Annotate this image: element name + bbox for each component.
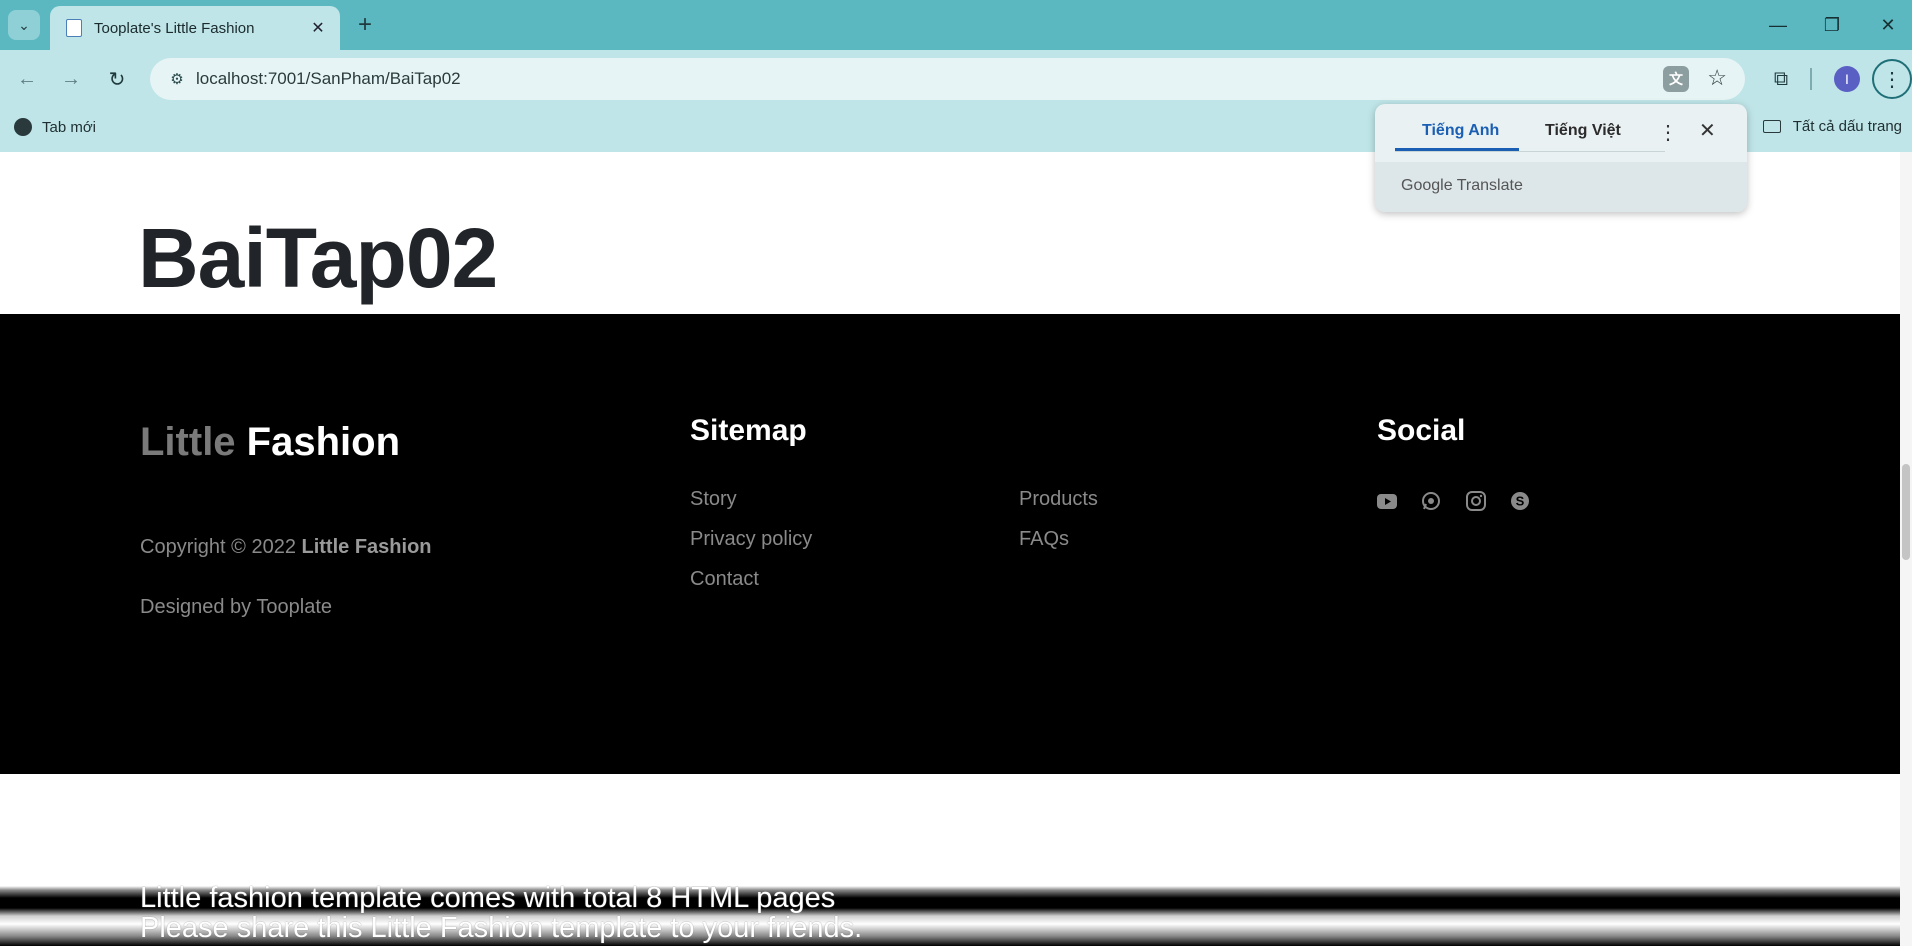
- tab-search-button[interactable]: ⌄: [8, 10, 40, 40]
- all-bookmarks-label: Tất cả dấu trang: [1792, 118, 1902, 135]
- translate-footer: Google Translate: [1375, 162, 1747, 212]
- sitemap-link-contact[interactable]: Contact: [690, 568, 759, 591]
- new-tab-button[interactable]: +: [350, 10, 380, 40]
- folder-icon: [1762, 120, 1781, 133]
- social-heading: Social: [1377, 414, 1466, 447]
- sitemap-link-privacy-policy[interactable]: Privacy policy: [690, 528, 812, 551]
- translate-popup: Tiếng Anh Tiếng Việt ⋮ ✕ Google Translat…: [1375, 104, 1747, 212]
- site-info-icon[interactable]: ⚙: [164, 67, 190, 91]
- site-footer: Little Fashion Copyright © 2022 Little F…: [0, 314, 1900, 774]
- language-tab-target[interactable]: Tiếng Việt: [1545, 122, 1621, 140]
- svg-text:S: S: [1516, 494, 1525, 509]
- overlay-text-line: Please share this Little Fashion templat…: [140, 912, 863, 944]
- footer-brand-logo[interactable]: Little Fashion: [140, 420, 400, 465]
- close-icon[interactable]: ✕: [1699, 118, 1716, 143]
- bookmark-star-icon[interactable]: ☆: [1707, 65, 1727, 91]
- translate-icon[interactable]: 文: [1663, 66, 1689, 92]
- tab-title: Tooplate's Little Fashion: [94, 19, 255, 37]
- language-tab-source[interactable]: Tiếng Anh: [1422, 122, 1499, 140]
- sitemap-link-story[interactable]: Story: [690, 488, 737, 511]
- whatsapp-icon[interactable]: [1420, 490, 1442, 512]
- divider: [1395, 151, 1665, 152]
- page-title: BaiTap02: [138, 211, 498, 305]
- overlay-text-line: Little fashion template comes with total…: [140, 882, 836, 914]
- youtube-icon[interactable]: [1376, 490, 1398, 512]
- globe-icon: [14, 118, 32, 136]
- brand-light-text: Little: [140, 420, 236, 464]
- address-bar[interactable]: ⚙ localhost:7001/SanPham/BaiTap02 文 ☆: [150, 58, 1745, 100]
- chevron-down-icon: ⌄: [18, 16, 30, 33]
- scrollbar-thumb[interactable]: [1902, 464, 1910, 560]
- reload-button[interactable]: ↻: [102, 64, 132, 94]
- more-options-icon[interactable]: ⋮: [1658, 120, 1678, 145]
- bookmark-new-tab[interactable]: Tab mới: [14, 118, 96, 136]
- all-bookmarks-button[interactable]: Tất cả dấu trang: [1762, 118, 1902, 135]
- url-text[interactable]: localhost:7001/SanPham/BaiTap02: [196, 69, 461, 89]
- google-translate-logo: Google Translate: [1401, 177, 1523, 194]
- tab-strip: ⌄ Tooplate's Little Fashion ✕ + — ❐ ✕: [0, 0, 1912, 50]
- forward-button[interactable]: →: [56, 64, 86, 94]
- brand-bold-text: Fashion: [246, 420, 401, 464]
- sitemap-link-products[interactable]: Products: [1019, 488, 1098, 511]
- minimize-button[interactable]: —: [1758, 8, 1798, 42]
- profile-avatar[interactable]: I: [1834, 66, 1860, 92]
- instagram-icon[interactable]: [1465, 490, 1487, 512]
- more-menu-icon[interactable]: ⋮: [1872, 59, 1912, 99]
- close-tab-icon[interactable]: ✕: [306, 16, 330, 40]
- copyright-brand-link[interactable]: Little Fashion: [302, 536, 432, 558]
- close-window-button[interactable]: ✕: [1868, 8, 1908, 42]
- browser-tab[interactable]: Tooplate's Little Fashion ✕: [50, 6, 340, 50]
- sitemap-heading: Sitemap: [690, 414, 807, 447]
- skype-icon[interactable]: S: [1509, 490, 1531, 512]
- extensions-icon[interactable]: ⧉: [1766, 64, 1796, 94]
- page-favicon-icon: [66, 19, 82, 37]
- copyright-prefix: Copyright © 2022: [140, 536, 296, 558]
- page-scrollbar[interactable]: [1900, 152, 1912, 946]
- restore-button[interactable]: ❐: [1812, 8, 1852, 42]
- copyright-text: Copyright © 2022 Little Fashion: [140, 536, 432, 559]
- browser-toolbar: ← → ↻ ⚙ localhost:7001/SanPham/BaiTap02 …: [0, 50, 1912, 108]
- bookmark-label: Tab mới: [42, 118, 97, 136]
- back-button[interactable]: ←: [12, 64, 42, 94]
- designed-by-link[interactable]: Designed by Tooplate: [140, 596, 332, 619]
- toolbar-divider: [1810, 68, 1812, 90]
- sitemap-link-faqs[interactable]: FAQs: [1019, 528, 1069, 551]
